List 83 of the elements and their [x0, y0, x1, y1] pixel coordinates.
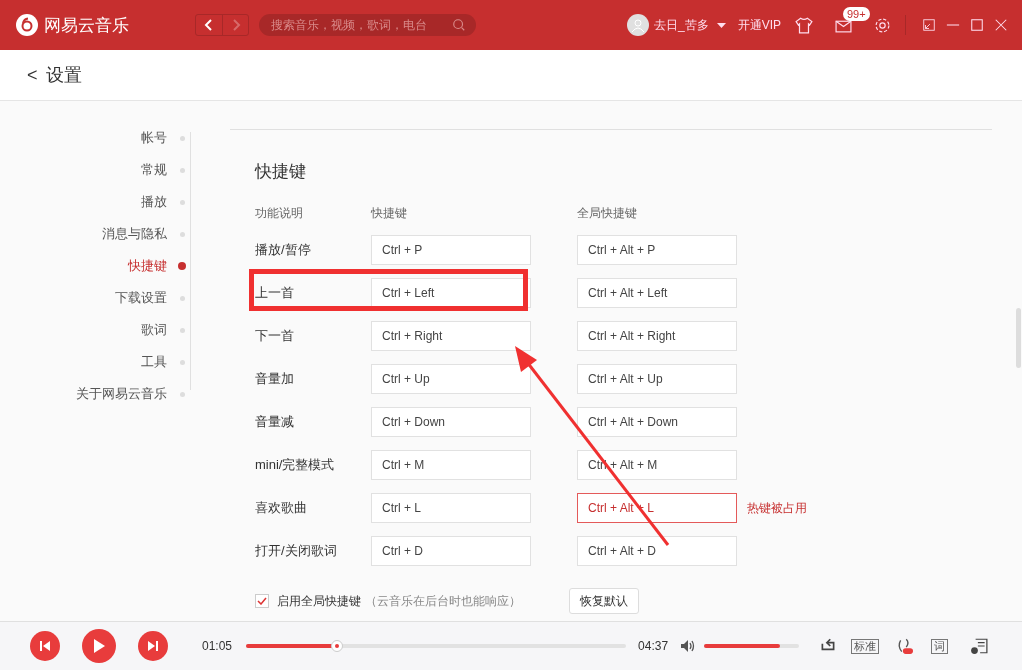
scrollbar-thumb[interactable]: [1016, 308, 1021, 368]
timeline-dot: [180, 231, 185, 237]
shortcut-field[interactable]: Ctrl + Left: [371, 278, 531, 308]
action-label: 下一首: [255, 327, 295, 345]
shortcut-field[interactable]: Ctrl + L: [371, 493, 531, 523]
timeline-dot: [178, 262, 186, 270]
timeline-dot: [180, 199, 185, 205]
shortcut-field[interactable]: Ctrl + Right: [371, 321, 531, 351]
maximize-icon[interactable]: [970, 18, 984, 32]
conflict-warning: 热键被占用: [747, 499, 808, 517]
user-name[interactable]: 去日_苦多: [653, 16, 709, 34]
lyrics-button[interactable]: 词: [931, 638, 949, 654]
vip-link[interactable]: 开通VIP: [737, 16, 781, 34]
timeline-dot: [180, 327, 185, 333]
global-shortcut-field[interactable]: Ctrl + Alt + D: [577, 536, 737, 566]
column-header: 快捷键: [371, 205, 408, 222]
sidebar-item[interactable]: 播放: [141, 193, 167, 211]
reset-button[interactable]: 恢复默认: [569, 588, 639, 614]
next-button[interactable]: [138, 631, 168, 661]
sidebar-item[interactable]: 歌词: [141, 321, 167, 339]
shortcut-field[interactable]: Ctrl + D: [371, 536, 531, 566]
settings-icon[interactable]: [874, 16, 891, 34]
checkbox-note: （云音乐在后台时也能响应）: [365, 592, 521, 610]
timeline-dot: [180, 135, 185, 141]
logo-icon: [16, 14, 38, 36]
previous-button[interactable]: [30, 631, 60, 661]
total-time: 04:37: [638, 639, 669, 653]
column-header: 全局快捷键: [577, 205, 638, 222]
sidebar-item[interactable]: 常规: [141, 161, 167, 179]
sidebar-item[interactable]: 快捷键: [128, 257, 167, 275]
back-button[interactable]: <: [27, 64, 38, 86]
sidebar-item[interactable]: 工具: [141, 353, 167, 371]
action-label: 上一首: [255, 284, 295, 302]
shortcut-field[interactable]: Ctrl + M: [371, 450, 531, 480]
progress-thumb[interactable]: [331, 640, 344, 652]
mail-badge: 99+: [843, 6, 870, 21]
search-field[interactable]: 搜索音乐，视频，歌词，电台: [259, 14, 476, 36]
sidebar-item[interactable]: 下载设置: [115, 289, 167, 307]
close-icon[interactable]: [994, 18, 1008, 32]
shirt-icon[interactable]: [795, 16, 813, 34]
checkbox[interactable]: [255, 594, 269, 608]
chevron-right-icon: [230, 19, 241, 31]
timeline-dot: [180, 359, 185, 365]
app-name: 网易云音乐: [44, 14, 129, 37]
playlist-icon[interactable]: [970, 637, 989, 655]
global-shortcut-field[interactable]: Ctrl + Alt + Left: [577, 278, 737, 308]
global-shortcut-field[interactable]: Ctrl + Alt + P: [577, 235, 737, 265]
volume-icon[interactable]: [680, 638, 697, 654]
shortcut-field[interactable]: Ctrl + Down: [371, 407, 531, 437]
sidebar-item[interactable]: 关于网易云音乐: [76, 385, 167, 403]
action-label: 音量加: [255, 370, 295, 388]
dropdown-caret-icon[interactable]: [716, 22, 726, 28]
section-title: 快捷键: [255, 161, 307, 183]
quality-button[interactable]: 标准: [851, 638, 880, 654]
timeline-dot: [180, 167, 185, 173]
mini-mode-icon[interactable]: [922, 18, 936, 32]
progress-bar[interactable]: [246, 640, 627, 652]
play-icon: [92, 638, 106, 654]
skip-back-icon: [39, 640, 51, 652]
shortcut-field[interactable]: Ctrl + Up: [371, 364, 531, 394]
page-title: 设置: [45, 64, 82, 87]
global-shortcut-field[interactable]: Ctrl + Alt + Up: [577, 364, 737, 394]
action-label: 打开/关闭歌词: [255, 542, 338, 560]
avatar[interactable]: [626, 14, 649, 36]
chevron-left-icon: [204, 19, 214, 31]
sidebar-item[interactable]: 帐号: [141, 129, 167, 147]
column-header: 功能说明: [255, 205, 304, 222]
sidebar-item[interactable]: 消息与隐私: [102, 225, 167, 243]
search-icon[interactable]: [452, 18, 466, 32]
shortcut-field[interactable]: Ctrl + P: [371, 235, 531, 265]
volume-slider[interactable]: [704, 644, 800, 648]
global-shortcut-field[interactable]: Ctrl + Alt + Right: [577, 321, 737, 351]
action-label: mini/完整模式: [255, 456, 336, 474]
action-label: 音量减: [255, 413, 295, 431]
timeline-dot: [180, 391, 185, 397]
play-button[interactable]: [82, 629, 116, 663]
global-shortcut-field[interactable]: Ctrl + Alt + Down: [577, 407, 737, 437]
action-label: 播放/暂停: [255, 241, 312, 259]
elapsed-time: 01:05: [202, 639, 233, 653]
skip-forward-icon: [147, 640, 159, 652]
checkbox-label: 启用全局快捷键: [277, 592, 361, 610]
timeline-dot: [180, 295, 185, 301]
action-label: 喜欢歌曲: [255, 499, 308, 517]
